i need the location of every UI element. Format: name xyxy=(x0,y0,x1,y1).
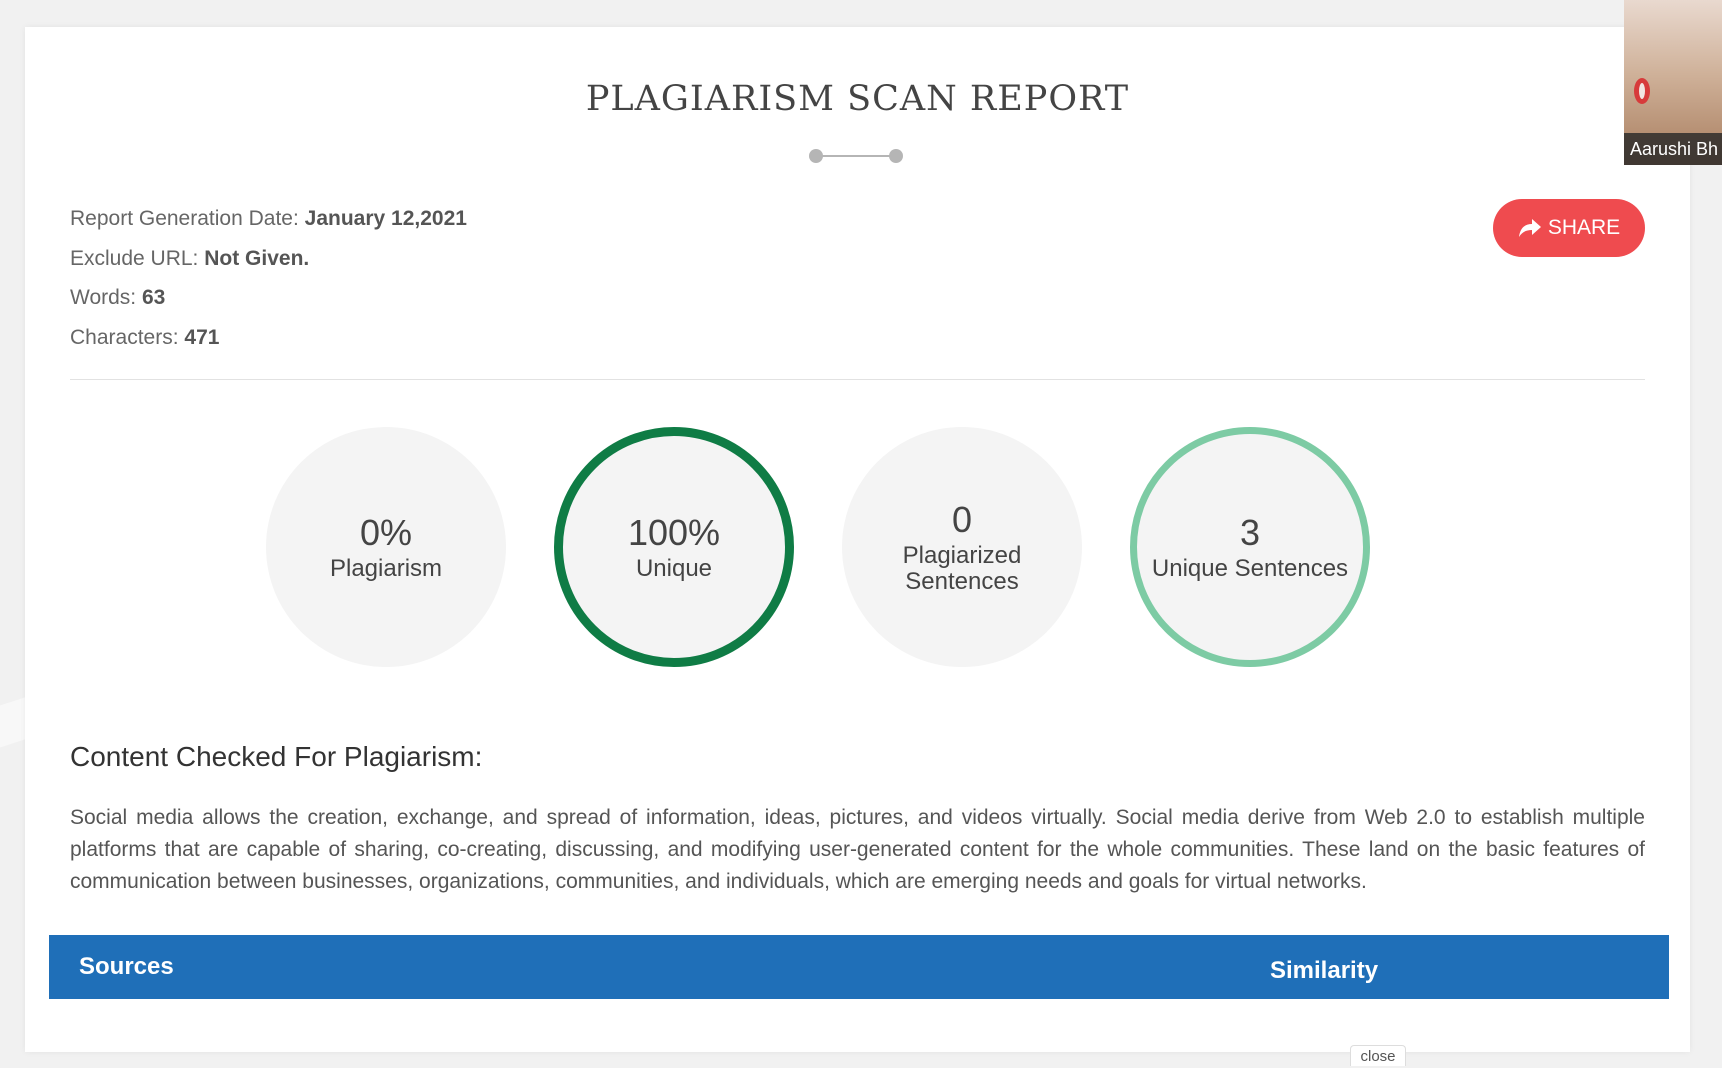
meta-words: Words: 63 xyxy=(70,278,467,318)
stat-label: Unique Sentences xyxy=(1151,555,1349,582)
participant-name: Aarushi Bh xyxy=(1624,133,1722,165)
close-button[interactable]: close xyxy=(1350,1045,1406,1066)
meta-label: Exclude URL: xyxy=(70,246,199,270)
meta-label: Characters: xyxy=(70,325,179,349)
content-heading: Content Checked For Plagiarism: xyxy=(70,741,483,772)
stat-label: Plagiarism xyxy=(329,555,443,582)
stat-label: Plagiarized Sentences xyxy=(902,542,1022,595)
stat-value: 3 xyxy=(1239,512,1261,553)
stat-value: 0% xyxy=(359,512,413,553)
column-header-similarity: Similarity xyxy=(1270,957,1379,984)
meta-characters: Characters: 471 xyxy=(70,318,467,358)
stat-value: 100% xyxy=(627,512,721,553)
meta-value: January 12,2021 xyxy=(304,207,467,230)
share-arrow-icon xyxy=(1518,219,1541,237)
report-meta: Report Generation Date: January 12,2021 … xyxy=(70,199,467,357)
report-card: PLAGIARISM SCAN REPORT Report Generation… xyxy=(25,27,1690,1052)
content-text: Social media allows the creation, exchan… xyxy=(70,806,1645,893)
share-label: SHARE xyxy=(1547,216,1621,239)
meta-label: Report Generation Date: xyxy=(70,207,299,230)
meta-exclude-url: Exclude URL: Not Given. xyxy=(70,239,467,279)
background-object xyxy=(1634,78,1650,104)
stat-unique: 100% Unique xyxy=(554,427,794,667)
stat-plagiarized-sentences: 0 Plagiarized Sentences xyxy=(842,427,1082,667)
page-title: PLAGIARISM SCAN REPORT xyxy=(585,79,1130,119)
stat-plagiarism: 0% Plagiarism xyxy=(266,427,506,667)
meta-value: 471 xyxy=(184,325,220,349)
title-ornament-icon xyxy=(809,149,903,163)
section-divider xyxy=(70,379,1645,380)
sources-table-header: Sources Similarity xyxy=(49,935,1669,999)
stat-label: Unique xyxy=(635,555,713,582)
share-button[interactable]: SHARE xyxy=(1493,199,1645,257)
meta-report-date: Report Generation Date: January 12,2021 xyxy=(70,199,467,239)
column-header-sources: Sources xyxy=(79,953,174,980)
meta-value: Not Given. xyxy=(204,246,310,270)
meta-value: 63 xyxy=(141,286,166,309)
stat-value: 0 xyxy=(951,499,973,540)
participant-video-tile[interactable]: Aarushi Bh xyxy=(1624,0,1722,165)
stat-unique-sentences: 3 Unique Sentences xyxy=(1130,427,1370,667)
meta-label: Words: xyxy=(70,286,137,309)
